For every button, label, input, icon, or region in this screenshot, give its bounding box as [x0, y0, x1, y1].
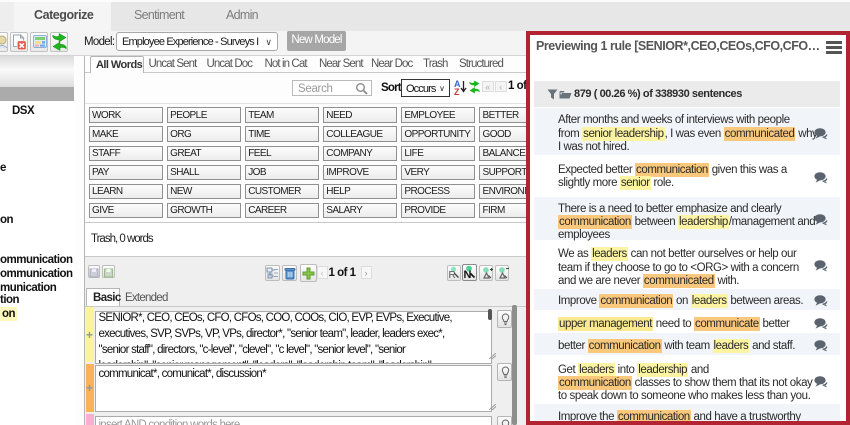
svg-text:Z: Z	[454, 87, 460, 96]
svg-text:R: R	[449, 270, 456, 280]
svg-text:N: N	[464, 269, 472, 280]
